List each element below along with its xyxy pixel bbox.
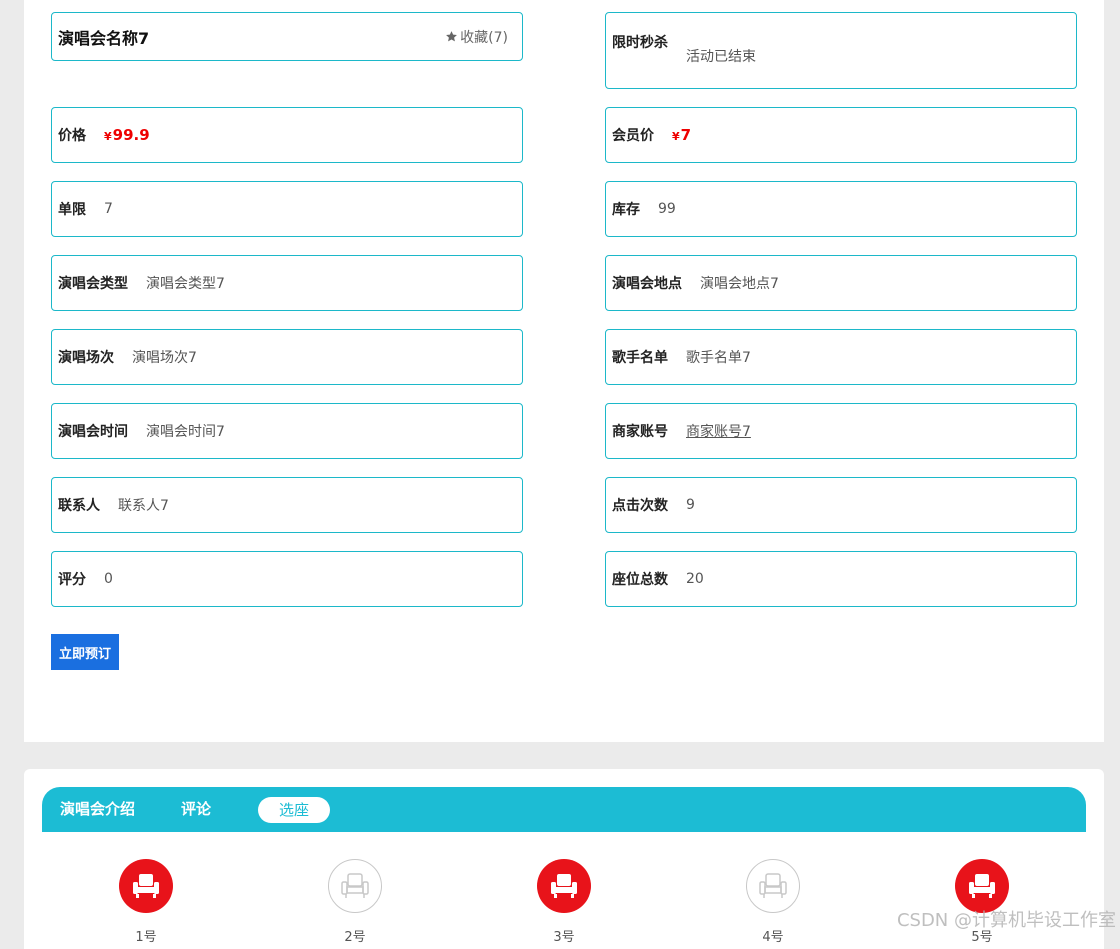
type-box: 演唱会类型 演唱会类型7: [51, 255, 523, 311]
member-price-box: 会员价 ¥7: [605, 107, 1077, 163]
member-price-label: 会员价: [612, 128, 654, 144]
merchant-link[interactable]: 商家账号7: [686, 421, 751, 441]
clicks-value: 9: [686, 497, 695, 513]
tab-intro[interactable]: 演唱会介绍: [60, 787, 135, 832]
seat-5[interactable]: [955, 859, 1009, 913]
time-box: 演唱会时间 演唱会时间7: [51, 403, 523, 459]
tab-comments[interactable]: 评论: [181, 787, 211, 832]
book-now-button[interactable]: 立即预订: [51, 634, 119, 670]
star-icon: [446, 31, 458, 42]
limit-value: 7: [104, 201, 113, 217]
singers-value: 歌手名单7: [686, 350, 751, 366]
session-value: 演唱场次7: [132, 350, 197, 366]
tab-bar: 演唱会介绍 评论 选座: [42, 787, 1086, 832]
watermark: CSDN @计算机毕设工作室: [896, 910, 1116, 931]
price-label: 价格: [58, 128, 86, 144]
armchair-icon: [551, 874, 577, 898]
armchair-icon: [759, 873, 787, 898]
seats-total-box: 座位总数 20: [605, 551, 1077, 607]
limit-box: 单限 7: [51, 181, 523, 237]
armchair-icon: [969, 874, 995, 898]
price-box: 价格 ¥99.9: [51, 107, 523, 163]
seat-1[interactable]: [119, 859, 173, 913]
seats-total-label: 座位总数: [612, 572, 668, 588]
seat-3[interactable]: [537, 859, 591, 913]
rating-box: 评分 0: [51, 551, 523, 607]
seat-2-label: 2号: [344, 930, 366, 945]
seats-total-value: 20: [686, 571, 704, 587]
seat-4[interactable]: [746, 859, 800, 913]
seat-1-label: 1号: [135, 930, 157, 945]
armchair-icon: [133, 874, 159, 898]
title-box: 演唱会名称7 收藏(7): [51, 12, 523, 61]
limit-label: 单限: [58, 202, 86, 218]
seckill-box: 限时秒杀 活动已结束: [605, 12, 1077, 89]
armchair-icon: [341, 873, 369, 898]
contact-box: 联系人 联系人7: [51, 477, 523, 533]
venue-box: 演唱会地点 演唱会地点7: [605, 255, 1077, 311]
session-label: 演唱场次: [58, 350, 114, 366]
venue-label: 演唱会地点: [612, 276, 682, 292]
singers-box: 歌手名单 歌手名单7: [605, 329, 1077, 385]
favorite-button[interactable]: 收藏(7): [445, 27, 508, 47]
stock-value: 99: [658, 201, 676, 217]
stock-box: 库存 99: [605, 181, 1077, 237]
type-label: 演唱会类型: [58, 276, 128, 292]
rating-value: 0: [104, 571, 113, 587]
time-value: 演唱会时间7: [146, 424, 225, 440]
clicks-box: 点击次数 9: [605, 477, 1077, 533]
contact-value: 联系人7: [118, 498, 169, 514]
seat-3-label: 3号: [553, 930, 575, 945]
clicks-label: 点击次数: [612, 498, 668, 514]
favorite-label: 收藏(7): [460, 29, 508, 46]
type-value: 演唱会类型7: [146, 276, 225, 292]
merchant-label: 商家账号: [612, 424, 668, 440]
venue-value: 演唱会地点7: [700, 276, 779, 292]
seat-2[interactable]: [328, 859, 382, 913]
singers-label: 歌手名单: [612, 350, 668, 366]
seckill-status: 活动已结束: [686, 49, 756, 65]
contact-label: 联系人: [58, 498, 100, 514]
session-box: 演唱场次 演唱场次7: [51, 329, 523, 385]
rating-label: 评分: [58, 572, 86, 588]
time-label: 演唱会时间: [58, 424, 128, 440]
member-price-value: ¥7: [672, 126, 692, 144]
tab-seat-selection[interactable]: 选座: [258, 797, 330, 823]
seat-4-label: 4号: [762, 930, 784, 945]
price-value: ¥99.9: [104, 126, 150, 144]
seckill-label: 限时秒杀: [612, 35, 668, 51]
merchant-box: 商家账号 商家账号7: [605, 403, 1077, 459]
concert-title: 演唱会名称7: [58, 28, 150, 48]
stock-label: 库存: [612, 202, 640, 218]
